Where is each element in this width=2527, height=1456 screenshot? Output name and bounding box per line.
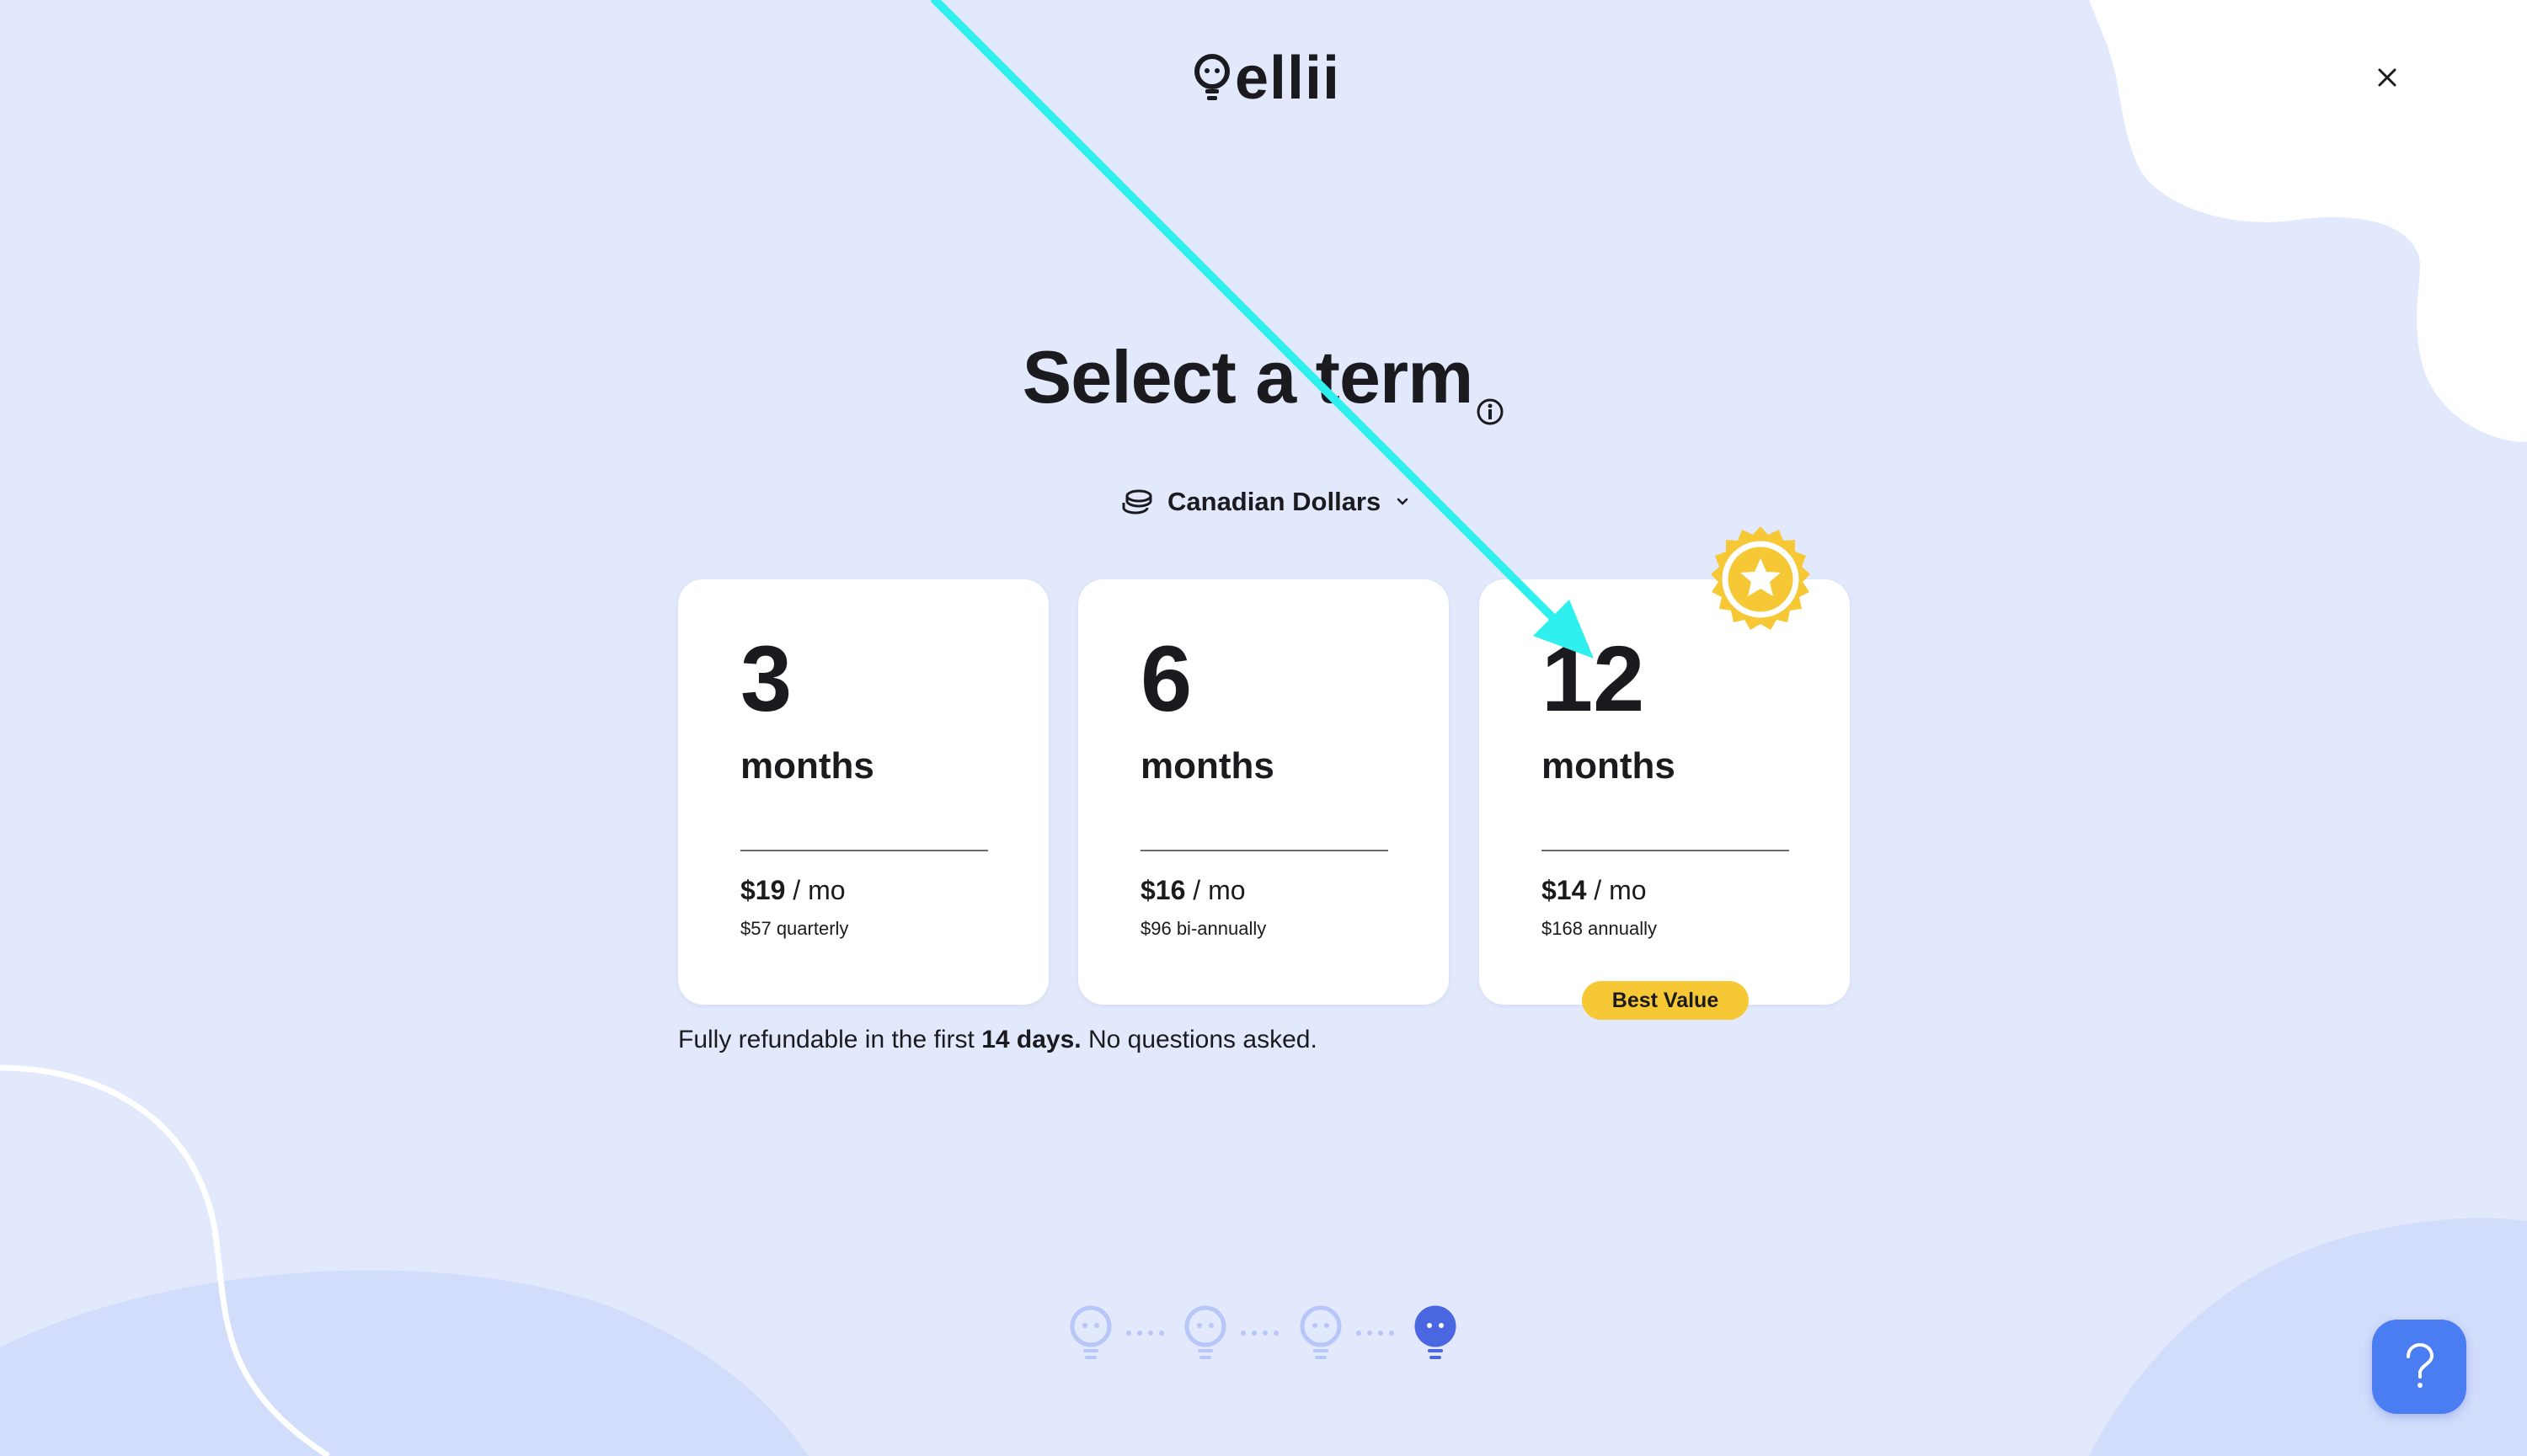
plan-term-number: 3 <box>740 627 793 731</box>
question-mark-icon <box>2407 1342 2434 1388</box>
plan-monthly-price: $19 / mo <box>740 874 846 906</box>
refund-period: 14 days. <box>981 1026 1082 1053</box>
plan-term-unit: months <box>1541 745 1675 787</box>
plan-total-price: $168 annually <box>1541 918 1658 939</box>
price-per: / mo <box>1185 875 1246 905</box>
divider <box>740 850 988 851</box>
progress-steps <box>1070 1305 1456 1359</box>
plan-term-number: 12 <box>1541 627 1645 731</box>
ellii-logo[interactable]: ellii <box>1194 45 1341 112</box>
plan-total-price: $96 bi-annually <box>1141 918 1267 939</box>
refund-text-end: No questions asked. <box>1081 1026 1317 1053</box>
price-per: / mo <box>1586 875 1647 905</box>
refund-notice: Fully refundable in the first 14 days. N… <box>678 1023 1317 1056</box>
currency-label: Canadian Dollars <box>1167 487 1381 516</box>
plan-total-price: $57 quarterly <box>740 918 849 939</box>
lightbulb-icon <box>1300 1305 1342 1359</box>
plan-monthly-price: $16 / mo <box>1141 874 1246 906</box>
plan-card-6-months[interactable]: 6 months $16 / mo $96 bi-annually <box>1078 579 1449 1005</box>
divider <box>1541 850 1789 851</box>
lightbulb-icon-active <box>1414 1305 1456 1359</box>
coins-icon <box>1122 489 1152 515</box>
plan-term-unit: months <box>740 745 874 787</box>
plan-monthly-price: $14 / mo <box>1541 874 1647 906</box>
close-button[interactable] <box>2370 61 2404 94</box>
best-value-badge: Best Value <box>1582 981 1749 1020</box>
currency-selector[interactable]: Canadian Dollars <box>1120 480 1411 524</box>
page-title-container: Select a term <box>0 333 2527 445</box>
plan-term-unit: months <box>1141 745 1274 787</box>
plan-card-3-months[interactable]: 3 months $19 / mo $57 quarterly <box>678 579 1049 1005</box>
lightbulb-icon <box>1070 1305 1112 1359</box>
info-icon[interactable] <box>1476 356 1504 445</box>
lightbulb-logo-icon <box>1194 54 1230 100</box>
plan-card-12-months[interactable]: 12 months $14 / mo $168 annually <box>1479 579 1850 1005</box>
logo-text: ellii <box>1235 45 1341 112</box>
close-icon <box>2378 68 2396 87</box>
lightbulb-icon <box>1184 1305 1226 1359</box>
page-title: Select a term <box>1022 335 1474 419</box>
star-seal-icon <box>1711 526 1810 630</box>
price-amount: $14 <box>1541 875 1587 905</box>
price-per: / mo <box>785 875 846 905</box>
price-amount: $16 <box>1141 875 1186 905</box>
price-amount: $19 <box>740 875 786 905</box>
help-button[interactable] <box>2372 1320 2466 1414</box>
divider <box>1141 850 1388 851</box>
chevron-down-icon <box>1397 498 1408 505</box>
refund-text: Fully refundable in the first <box>678 1026 982 1053</box>
plan-term-number: 6 <box>1141 627 1193 731</box>
